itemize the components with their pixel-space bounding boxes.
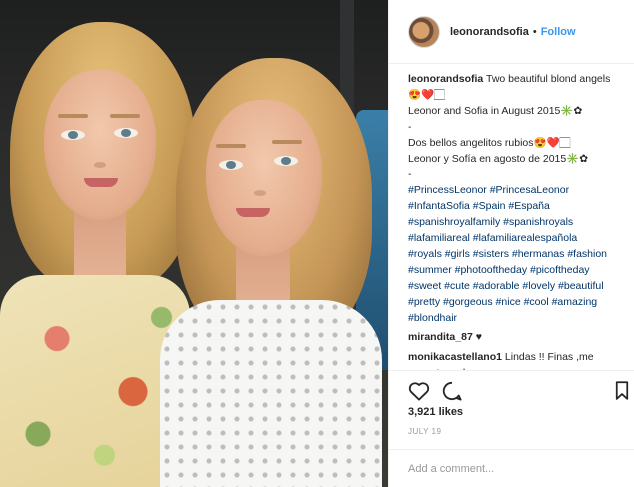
hashtag-line[interactable]: #pretty #gorgeous #nice #cool #amazing xyxy=(408,295,630,311)
comment-icon[interactable] xyxy=(441,381,463,406)
action-bar xyxy=(408,381,630,403)
comment-item: monikacastellano1 Lindas !! Finas ,me xyxy=(408,350,630,366)
post-sidebar: leonorandsofia • Follow leonorandsofia T… xyxy=(388,0,634,487)
comment-username[interactable]: mirandita_87 xyxy=(408,331,473,343)
post-date: JULY 19 xyxy=(408,427,442,436)
avatar[interactable] xyxy=(408,15,440,48)
caption-line: 😍❤️🏻 xyxy=(408,88,445,101)
eye xyxy=(274,156,298,166)
brow xyxy=(110,114,140,118)
comments-section: leonorandsofia Two beautiful blond angel… xyxy=(408,72,630,382)
likes-count[interactable]: 3,921 likes xyxy=(408,406,463,418)
mouth xyxy=(236,208,270,217)
white-eyelet-dress xyxy=(160,300,382,487)
sofia-face xyxy=(206,100,322,256)
hashtag-line[interactable]: #sweet #cute #adorable #lovely #beautifu… xyxy=(408,279,630,295)
comment-text: Lindas !! Finas ,me xyxy=(504,351,594,364)
heart-icon[interactable] xyxy=(408,381,430,406)
caption-username[interactable]: leonorandsofia xyxy=(408,73,483,85)
follow-button[interactable]: Follow xyxy=(541,26,576,38)
caption-line: Leonor and Sofia in August 2015✳️✿ xyxy=(408,104,583,117)
comment-username[interactable]: monikacastellano1 xyxy=(408,351,502,363)
post-header: leonorandsofia • Follow xyxy=(389,0,634,64)
caption-line: - xyxy=(408,120,412,133)
separator-dot: • xyxy=(532,25,537,38)
hashtag-line[interactable]: #blondhair xyxy=(408,311,630,327)
add-comment-input[interactable]: Add a comment... xyxy=(389,449,634,487)
bookmark-icon[interactable] xyxy=(615,381,629,406)
eye xyxy=(219,160,243,170)
hashtag-line[interactable]: #InfantaSofia #Spain #España xyxy=(408,199,630,215)
post-footer: 3,921 likes JULY 19 Add a comment... xyxy=(389,370,634,487)
eye xyxy=(114,128,138,138)
post-photo[interactable] xyxy=(0,0,388,487)
brow xyxy=(216,144,246,148)
comment-text: ♥ xyxy=(475,330,482,343)
comment-item: mirandita_87 ♥ xyxy=(408,330,630,346)
hashtag-line[interactable]: #spanishroyalfamily #spanishroyals xyxy=(408,215,630,231)
nose xyxy=(254,190,266,196)
eye xyxy=(61,130,85,140)
hashtag-line[interactable]: #summer #photooftheday #picoftheday xyxy=(408,263,630,279)
hashtag-line[interactable]: #royals #girls #sisters #hermanas #fashi… xyxy=(408,247,630,263)
caption-line: Dos bellos angelitos rubios😍❤️🏻 xyxy=(408,136,571,149)
brow xyxy=(58,114,88,118)
caption-first-line: leonorandsofia Two beautiful blond angel… xyxy=(408,72,630,88)
hashtag-line[interactable]: #PrincessLeonor #PrincesaLeonor xyxy=(408,183,630,199)
hashtag-line[interactable]: #lafamiliareal #lafamiliarealespañola xyxy=(408,231,630,247)
caption-line: Leonor y Sofía en agosto de 2015✳️✿ xyxy=(408,152,589,165)
header-username[interactable]: leonorandsofia xyxy=(450,26,529,38)
brow xyxy=(272,140,302,144)
caption-line: - xyxy=(408,168,412,181)
mouth xyxy=(84,178,118,187)
caption-text: Two beautiful blond angels xyxy=(486,73,611,85)
leonor-face xyxy=(44,70,156,220)
nose xyxy=(94,162,106,168)
